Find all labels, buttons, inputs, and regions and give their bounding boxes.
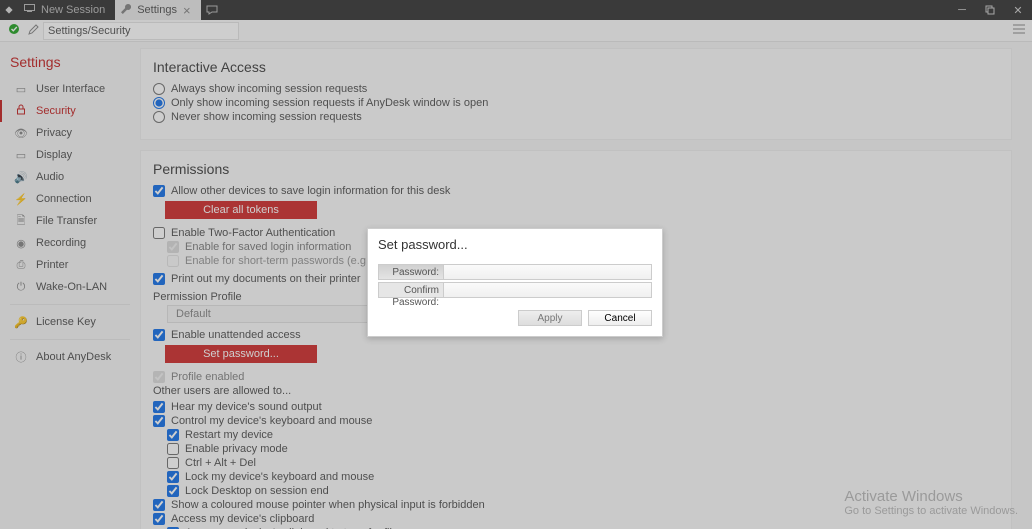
password-label: Password:: [378, 264, 443, 280]
confirm-password-label: Confirm Password:: [378, 282, 443, 298]
dialog-title: Set password...: [368, 229, 662, 256]
set-password-dialog: Set password... Password: Confirm Passwo…: [367, 228, 663, 337]
confirm-password-input[interactable]: [443, 282, 652, 298]
password-input[interactable]: [443, 264, 652, 280]
apply-button[interactable]: Apply: [518, 310, 582, 326]
cancel-button[interactable]: Cancel: [588, 310, 652, 326]
